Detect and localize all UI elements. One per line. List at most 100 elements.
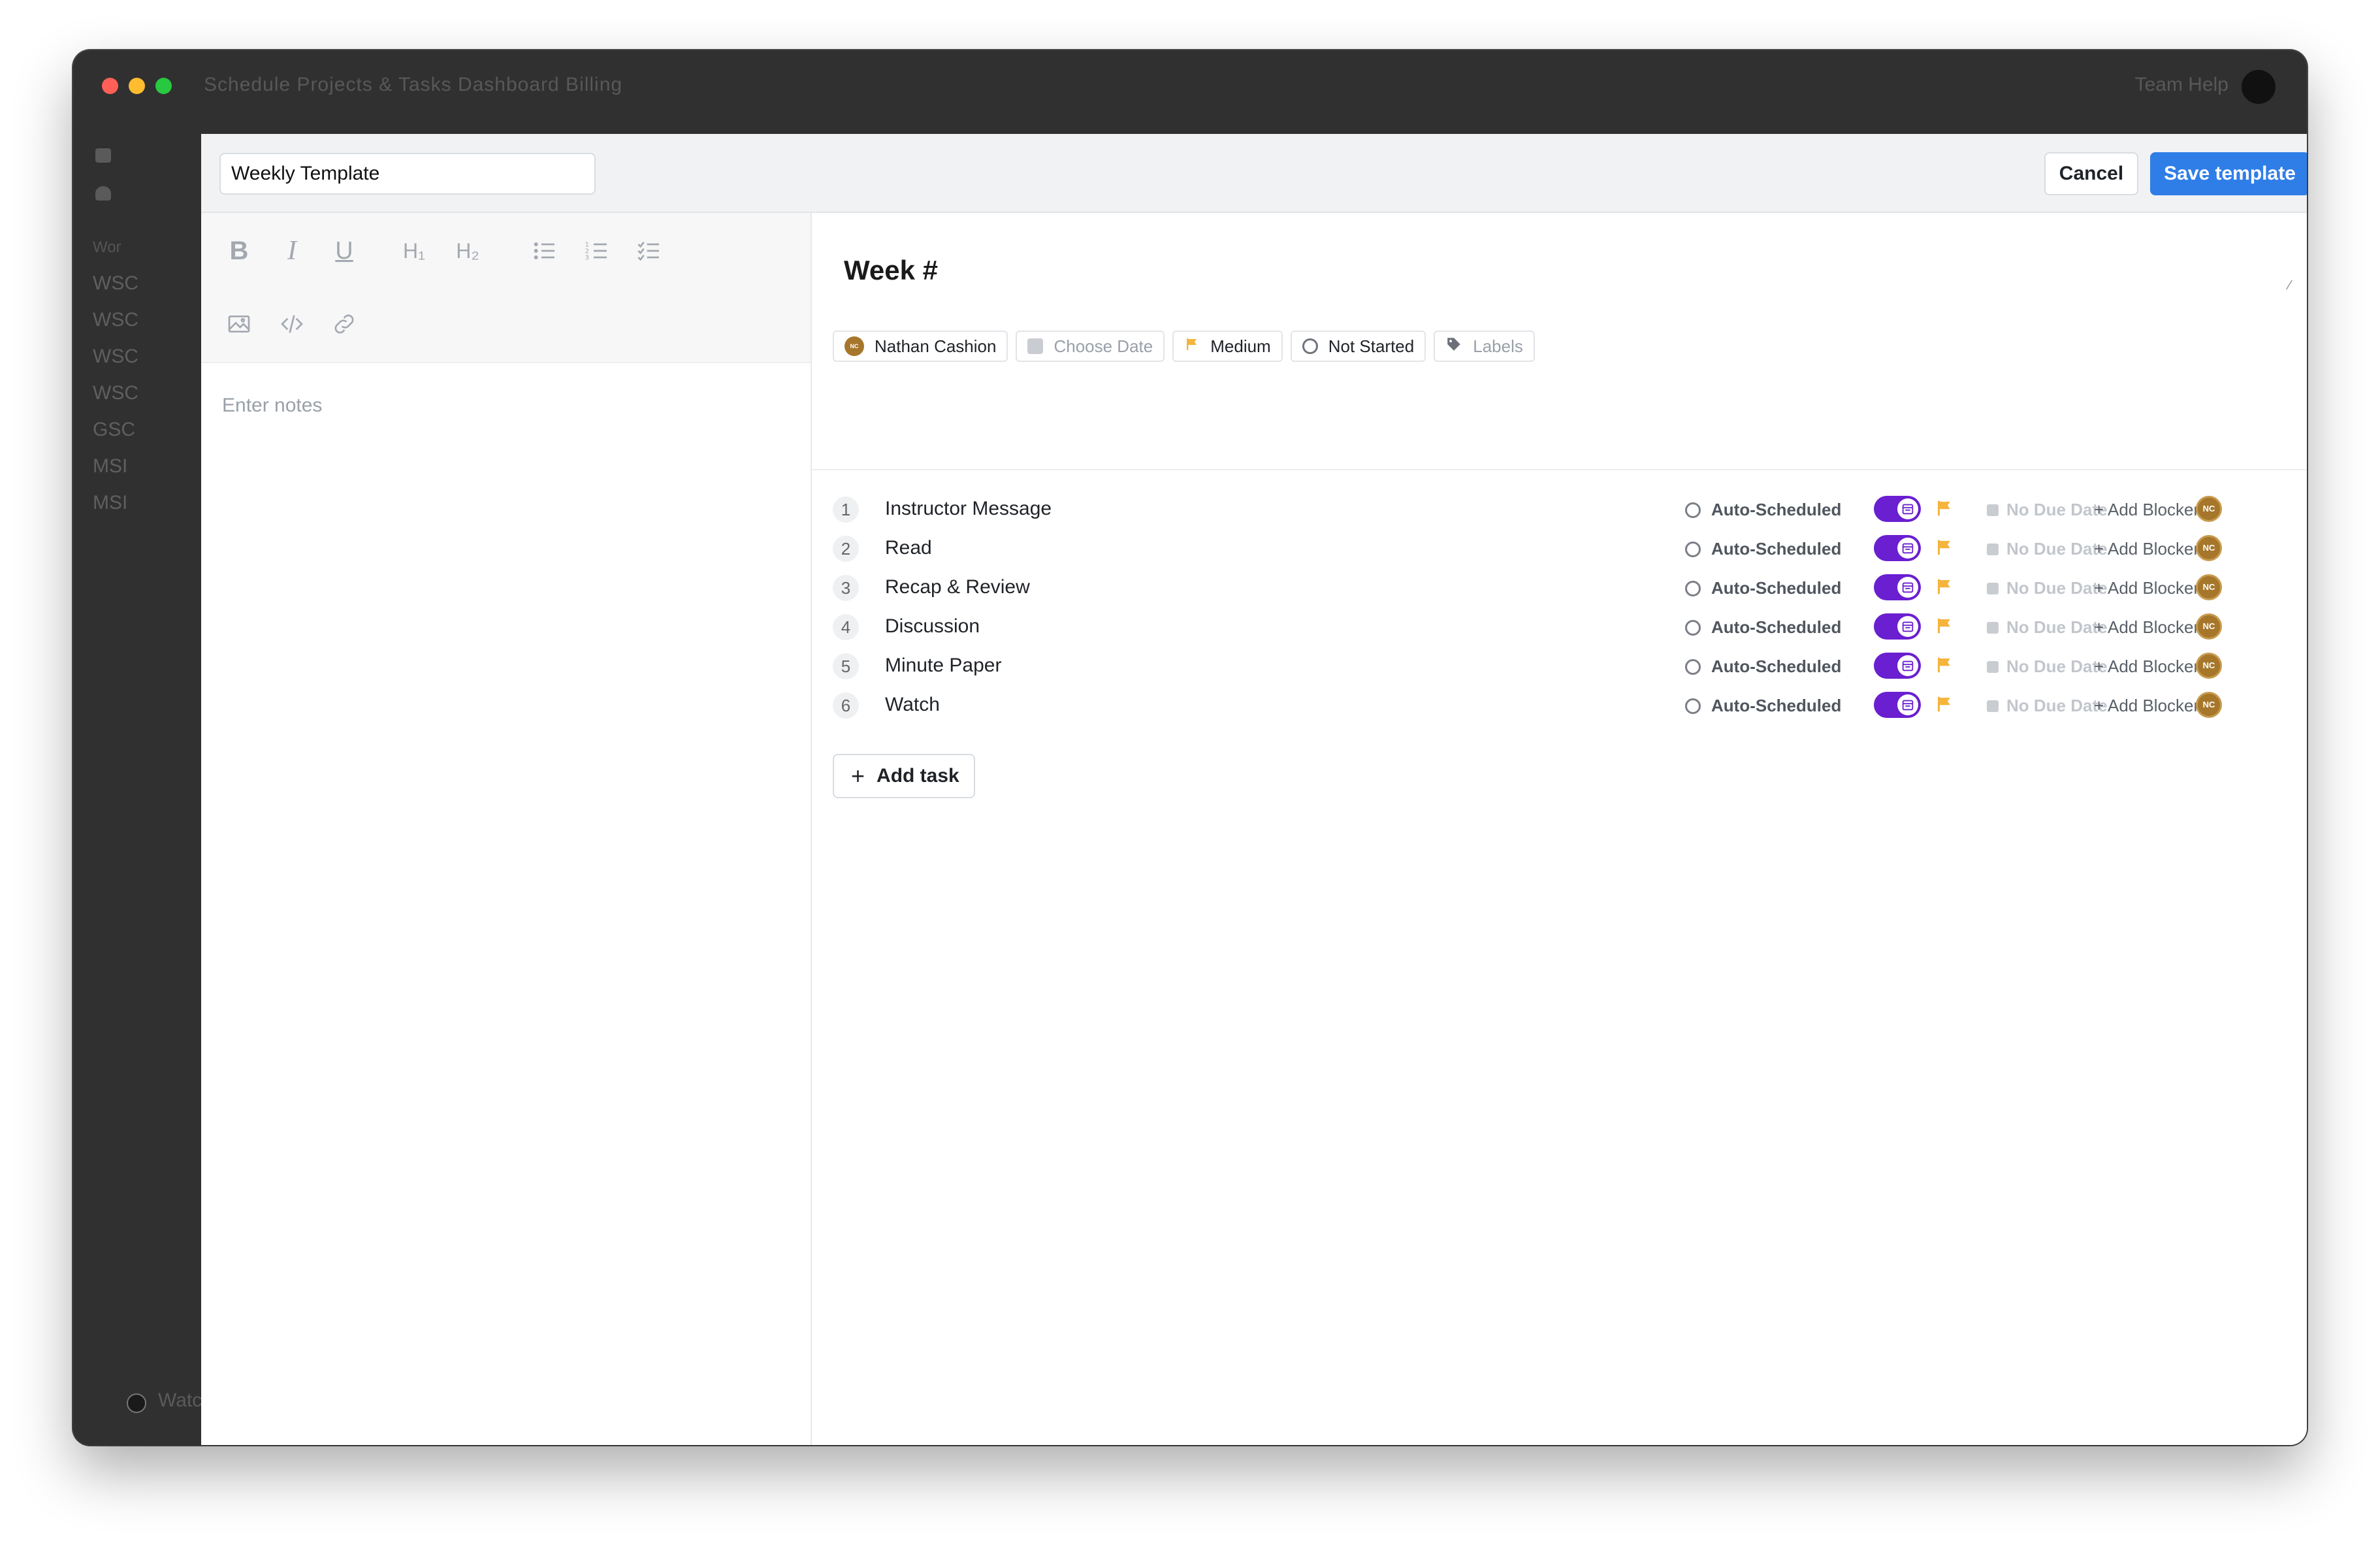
assignee-avatar[interactable]: NC [2196,613,2222,640]
assignee-avatar[interactable]: NC [2196,496,2222,522]
plus-icon: + [851,762,865,789]
auto-schedule-status[interactable]: Auto-Scheduled [1685,696,1841,716]
save-template-button[interactable]: Save template [2150,152,2307,195]
assignee-avatar[interactable]: NC [2196,535,2222,561]
due-date[interactable]: No Due Date [1987,617,2108,638]
task-number: 1 [833,496,859,523]
bold-icon[interactable]: B [222,234,256,268]
task-number: 4 [833,614,859,640]
bullet-list-icon[interactable] [528,234,562,268]
numbered-list-icon[interactable]: 123 [580,234,614,268]
auto-schedule-toggle[interactable] [1874,574,1921,600]
underline-icon[interactable]: U [327,234,361,268]
auto-schedule-toggle[interactable] [1874,692,1921,718]
add-blocker-button[interactable]: + Add Blocker [2094,696,2199,716]
background-workspace-list: WSC WSC WSC WSC GSC MSI MSI [93,272,138,528]
app-window: Schedule Projects & Tasks Dashboard Bill… [73,50,2307,1445]
task-number: 3 [833,575,859,601]
date-chip-label: Choose Date [1053,336,1153,356]
auto-schedule-label: Auto-Scheduled [1711,617,1842,637]
notes-input[interactable]: Enter notes [222,395,322,417]
priority-flag-icon[interactable] [1935,538,1954,557]
avatar: NC [844,336,864,356]
flag-icon [1184,336,1200,357]
due-date[interactable]: No Due Date [1987,539,2108,559]
cancel-button[interactable]: Cancel [2044,152,2138,195]
add-blocker-button[interactable]: + Add Blocker [2094,500,2199,520]
task-number: 6 [833,692,859,719]
add-blocker-button[interactable]: + Add Blocker [2094,539,2199,559]
due-date[interactable]: No Due Date [1987,696,2108,716]
add-task-button[interactable]: + Add task [833,754,975,798]
task-name[interactable]: Minute Paper [885,655,1001,677]
auto-schedule-toggle[interactable] [1874,535,1921,561]
auto-schedule-status[interactable]: Auto-Scheduled [1685,617,1841,638]
task-name[interactable]: Recap & Review [885,576,1030,598]
status-chip-label: Not Started [1328,336,1415,356]
add-blocker-button[interactable]: + Add Blocker [2094,617,2199,638]
calendar-icon [1897,498,1918,519]
auto-schedule-label: Auto-Scheduled [1711,578,1842,598]
task-row[interactable]: 3 Recap & Review Auto-Scheduled No Due D… [833,568,2307,607]
calendar-icon [1987,700,1999,712]
resize-handle-icon[interactable]: ⁄ [2289,279,2298,292]
code-icon[interactable] [275,307,309,341]
task-row[interactable]: 2 Read Auto-Scheduled No Due Date + Add … [833,528,2307,568]
priority-flag-icon[interactable] [1935,655,1954,675]
status-chip[interactable]: Not Started [1290,331,1426,362]
task-name[interactable]: Read [885,537,932,559]
add-blocker-button[interactable]: + Add Blocker [2094,578,2199,598]
status-circle-icon [1685,580,1701,596]
due-date-label: No Due Date [2006,539,2108,559]
assignee-avatar[interactable]: NC [2196,574,2222,600]
heading1-icon[interactable]: H₁ [397,234,431,268]
due-date-label: No Due Date [2006,657,2108,676]
assignee-chip[interactable]: NC Nathan Cashion [833,331,1008,362]
project-title-field[interactable]: Week # [844,255,938,286]
status-circle-icon [1685,698,1701,714]
auto-schedule-status[interactable]: Auto-Scheduled [1685,657,1841,677]
add-blocker-button[interactable]: + Add Blocker [2094,657,2199,677]
due-date-label: No Due Date [2006,500,2108,519]
assignee-avatar[interactable]: NC [2196,692,2222,718]
auto-schedule-label: Auto-Scheduled [1711,500,1842,519]
link-icon[interactable] [327,307,361,341]
due-date[interactable]: No Due Date [1987,500,2108,520]
task-name[interactable]: Instructor Message [885,498,1052,520]
auto-schedule-toggle[interactable] [1874,496,1921,522]
task-row[interactable]: 1 Instructor Message Auto-Scheduled No D… [833,489,2307,528]
task-name[interactable]: Discussion [885,615,980,638]
priority-flag-icon[interactable] [1935,616,1954,636]
priority-flag-icon[interactable] [1935,694,1954,714]
auto-schedule-toggle[interactable] [1874,653,1921,679]
task-row[interactable]: 6 Watch Auto-Scheduled No Due Date + Add… [833,685,2307,724]
panel-divider [812,469,2307,470]
priority-flag-icon[interactable] [1935,577,1954,596]
due-date[interactable]: No Due Date [1987,578,2108,598]
date-chip[interactable]: Choose Date [1016,331,1165,362]
due-date[interactable]: No Due Date [1987,657,2108,677]
auto-schedule-status[interactable]: Auto-Scheduled [1685,500,1841,520]
auto-schedule-status[interactable]: Auto-Scheduled [1685,578,1841,598]
labels-chip-label: Labels [1473,336,1523,356]
labels-chip[interactable]: Labels [1434,331,1535,362]
auto-schedule-label: Auto-Scheduled [1711,696,1842,715]
calendar-icon [1987,582,1999,594]
due-date-label: No Due Date [2006,696,2108,715]
italic-icon[interactable]: I [275,234,309,268]
heading2-icon[interactable]: H₂ [451,234,485,268]
background-list-item: WSC [93,309,138,331]
auto-schedule-status[interactable]: Auto-Scheduled [1685,539,1841,559]
template-name-input[interactable] [219,153,596,195]
task-row[interactable]: 4 Discussion Auto-Scheduled No Due Date … [833,607,2307,646]
auto-schedule-toggle[interactable] [1874,613,1921,640]
assignee-avatar[interactable]: NC [2196,653,2222,679]
task-name[interactable]: Watch [885,694,940,716]
svg-text:3: 3 [585,254,589,261]
calendar-icon [1987,621,1999,634]
priority-chip[interactable]: Medium [1172,331,1283,362]
checklist-icon[interactable] [632,234,666,268]
image-icon[interactable] [222,307,256,341]
task-row[interactable]: 5 Minute Paper Auto-Scheduled No Due Dat… [833,646,2307,685]
priority-flag-icon[interactable] [1935,498,1954,518]
